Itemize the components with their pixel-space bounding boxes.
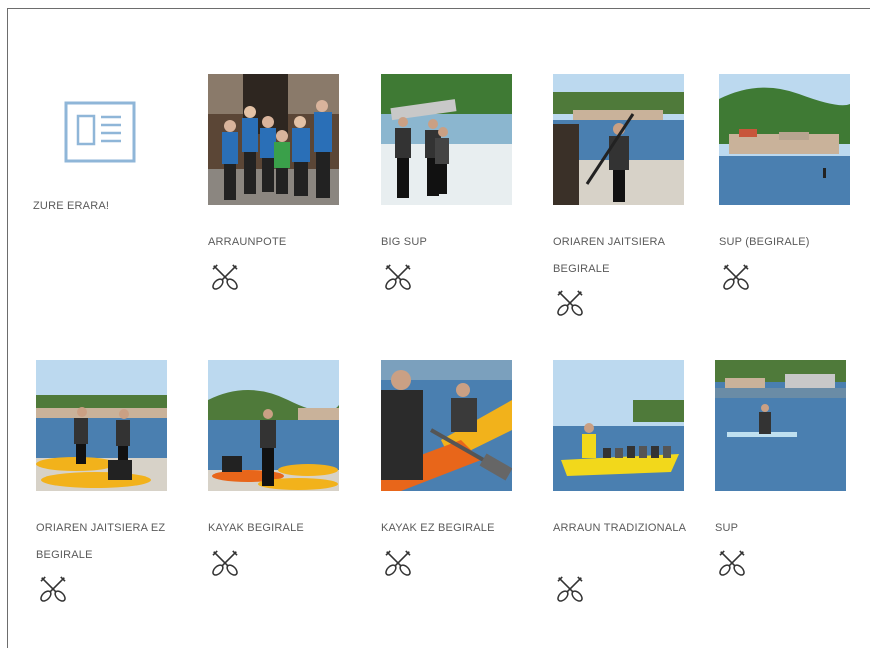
activity-photo[interactable] xyxy=(715,360,846,491)
crossed-paddles-icon xyxy=(715,546,749,580)
card-icon xyxy=(63,100,137,164)
crossed-paddles-icon xyxy=(381,546,415,580)
activity-photo[interactable] xyxy=(553,74,684,205)
activity-title[interactable]: ARRAUN TRADIZIONALA xyxy=(553,515,703,542)
activity-title[interactable]: KAYAK BEGIRALE xyxy=(208,515,358,542)
crossed-paddles-icon xyxy=(719,260,753,294)
activity-photo[interactable] xyxy=(36,360,167,491)
activity-photo[interactable] xyxy=(381,360,512,491)
crossed-paddles-icon xyxy=(553,572,587,606)
activity-title[interactable]: BIG SUP xyxy=(381,229,531,256)
activity-photo[interactable] xyxy=(208,360,339,491)
activity-title[interactable]: ARRAUNPOTE xyxy=(208,229,358,256)
activity-title[interactable]: ORIAREN JAITSIERA EZ BEGIRALE xyxy=(36,515,186,569)
featured-label: ZURE ERARA! xyxy=(33,200,110,212)
crossed-paddles-icon xyxy=(208,546,242,580)
activity-title[interactable]: ORIAREN JAITSIERA BEGIRALE xyxy=(553,229,703,283)
crossed-paddles-icon xyxy=(36,572,70,606)
activity-photo[interactable] xyxy=(553,360,684,491)
activity-photo[interactable] xyxy=(719,74,850,205)
crossed-paddles-icon xyxy=(208,260,242,294)
crossed-paddles-icon xyxy=(553,286,587,320)
activity-photo[interactable] xyxy=(381,74,512,205)
activity-title[interactable]: SUP xyxy=(715,515,865,542)
activity-title[interactable]: SUP (BEGIRALE) xyxy=(719,229,869,256)
activity-photo[interactable] xyxy=(208,74,339,205)
crossed-paddles-icon xyxy=(381,260,415,294)
activity-title[interactable]: KAYAK EZ BEGIRALE xyxy=(381,515,531,542)
